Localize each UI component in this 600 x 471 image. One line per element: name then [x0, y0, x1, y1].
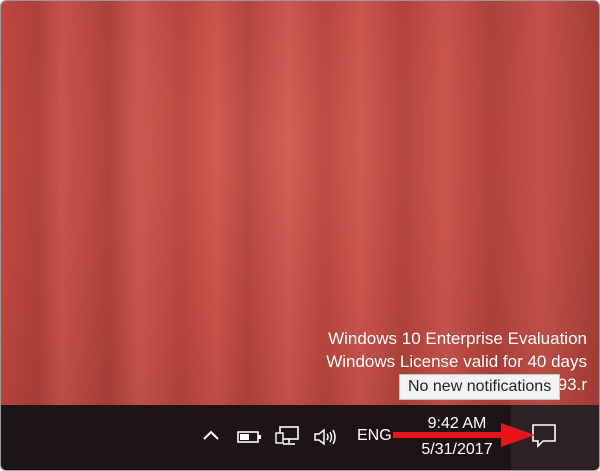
annotation-arrow — [393, 423, 535, 447]
notification-tooltip: No new notifications — [399, 374, 561, 400]
watermark-edition: Windows 10 Enterprise Evaluation — [328, 329, 587, 348]
chevron-up-icon[interactable] — [201, 424, 221, 446]
watermark-license: Windows License valid for 40 days — [326, 352, 587, 371]
screenshot-frame: Windows 10 Enterprise Evaluation Windows… — [0, 0, 600, 471]
volume-icon[interactable] — [313, 427, 339, 447]
network-icon[interactable] — [275, 425, 303, 447]
battery-icon[interactable] — [237, 429, 263, 445]
language-indicator[interactable]: ENG — [357, 427, 392, 445]
